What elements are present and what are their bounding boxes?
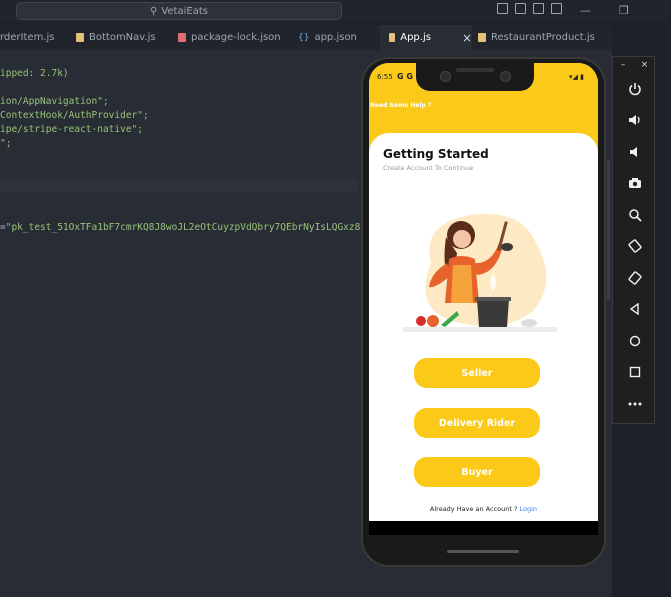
code-line: ContextHook/AuthProvider"; <box>0 110 149 121</box>
code-line: ion/AppNavigation"; <box>0 96 109 107</box>
login-prompt: Already Have an Account ? Login <box>369 505 598 513</box>
js-file-icon <box>76 33 84 42</box>
front-camera-icon <box>440 71 451 82</box>
delivery-rider-button[interactable]: Delivery Rider <box>414 408 540 438</box>
login-prompt-text: Already Have an Account ? <box>429 505 518 513</box>
page-subtitle: Create Account To Continue <box>383 164 474 172</box>
buyer-button[interactable]: Buyer <box>414 457 540 487</box>
tab-app-json[interactable]: {} app.json <box>298 25 357 50</box>
toggle-panel-icon[interactable] <box>515 3 526 14</box>
search-icon: ⚲ <box>150 5 158 17</box>
earpiece-speaker <box>456 68 494 72</box>
tab-label: app.json <box>314 32 357 43</box>
front-camera-icon <box>500 71 511 82</box>
emulator-toolbar: – × <box>612 56 655 424</box>
help-link[interactable]: Need Some Help ? <box>370 102 431 109</box>
home-icon[interactable] <box>613 330 656 352</box>
braces-icon: {} <box>298 32 310 43</box>
tab-restaurant-product[interactable]: RestaurantProduct.js <box>478 25 595 50</box>
code-line: ipped: 2.7k) <box>0 68 69 79</box>
emulator-close-button[interactable]: × <box>641 60 649 70</box>
phone-screen: 6:55 G G ☁ G ▾◢ ▮ Need Some Help ? Getti… <box>369 63 598 534</box>
seller-button[interactable]: Seller <box>414 358 540 388</box>
editor-scrollbar[interactable] <box>607 160 610 300</box>
title-bar: ⚲ VetaiEats — ❐ <box>0 0 671 22</box>
code-line: "; <box>0 138 12 149</box>
rotate-right-icon[interactable] <box>613 267 656 289</box>
tab-app-js[interactable]: App.js × <box>380 25 472 50</box>
back-icon[interactable] <box>613 298 656 320</box>
tab-label: rderItem.js <box>0 32 55 43</box>
tab-label: package-lock.json <box>191 32 281 43</box>
tab-label: App.js <box>400 32 431 43</box>
phone-nav-area <box>369 521 598 535</box>
js-file-icon <box>389 33 396 42</box>
minimize-window-button[interactable]: — <box>580 4 591 17</box>
chef-illustration <box>403 213 557 332</box>
tab-orderitem[interactable]: rderItem.js <box>0 25 54 50</box>
toggle-sidebar-icon[interactable] <box>497 3 508 14</box>
login-link[interactable]: Login <box>520 505 538 513</box>
volume-up-icon[interactable] <box>613 109 656 131</box>
rotate-left-icon[interactable] <box>613 235 656 257</box>
emulator-window-controls: – × <box>613 57 656 73</box>
search-text: VetaiEats <box>161 5 208 17</box>
code-line: ipe/stripe-react-native"; <box>0 124 143 135</box>
home-indicator <box>447 550 519 553</box>
tab-bottomnav[interactable]: BottomNav.js <box>76 25 156 50</box>
code-token: "pk_test_51OxTFa1bF7cmrKQ8J8woJL2eOtCuyz… <box>5 222 361 233</box>
emulator-minimize-button[interactable]: – <box>621 60 626 70</box>
tab-label: BottomNav.js <box>89 32 156 43</box>
signal-battery-icon: ▾◢ ▮ <box>569 73 584 81</box>
tab-package-lock[interactable]: package-lock.json <box>178 25 281 50</box>
more-icon[interactable] <box>613 393 656 415</box>
command-search-box[interactable]: ⚲ VetaiEats <box>16 2 342 20</box>
camera-icon[interactable] <box>613 172 656 194</box>
volume-down-icon[interactable] <box>613 141 656 163</box>
code-line: ="pk_test_51OxTFa1bF7cmrKQ8J8woJL2eOtCuy… <box>0 222 360 233</box>
editor-tab-bar: rderItem.js BottomNav.js package-lock.js… <box>0 25 612 50</box>
restore-window-button[interactable]: ❐ <box>619 4 629 17</box>
overview-icon[interactable] <box>613 361 656 383</box>
customize-layout-icon[interactable] <box>551 3 562 14</box>
status-time: 6:55 <box>377 73 393 81</box>
power-icon[interactable] <box>613 78 656 100</box>
page-title: Getting Started <box>383 147 489 161</box>
tab-label: RestaurantProduct.js <box>491 32 595 43</box>
js-file-icon <box>478 33 486 42</box>
json-file-icon <box>178 33 186 42</box>
current-line-highlight <box>0 179 358 192</box>
layout-controls <box>497 3 562 14</box>
close-tab-icon[interactable]: × <box>462 31 472 45</box>
content-card: Getting Started Create Account To Contin… <box>369 133 598 534</box>
camera-notch <box>416 63 534 91</box>
toggle-secondary-sidebar-icon[interactable] <box>533 3 544 14</box>
zoom-icon[interactable] <box>613 204 656 226</box>
